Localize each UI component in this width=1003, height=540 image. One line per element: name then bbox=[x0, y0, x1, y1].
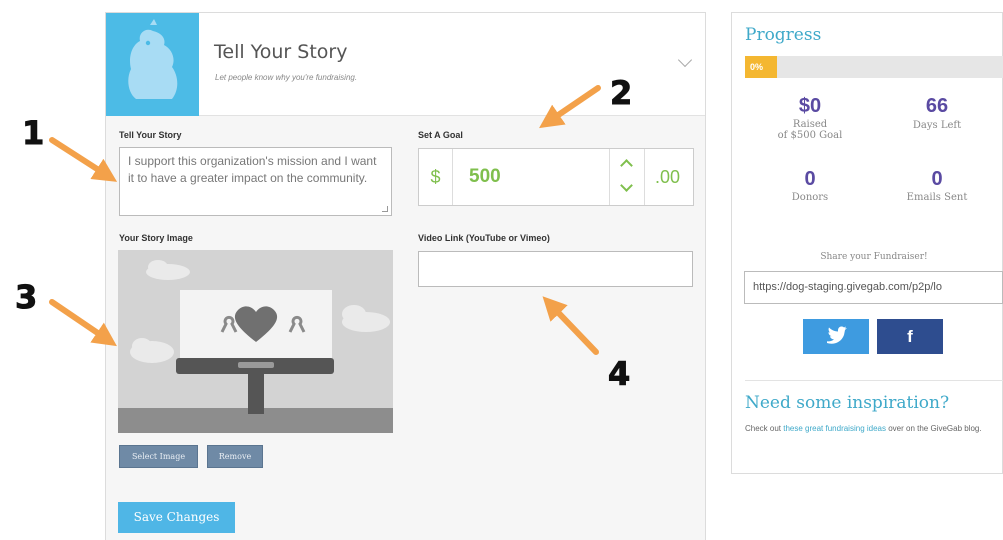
arrow-2 bbox=[539, 85, 601, 129]
arrow-4 bbox=[542, 296, 599, 355]
arrow-1 bbox=[49, 137, 118, 182]
callout-3: 3 bbox=[14, 278, 38, 317]
callout-2: 2 bbox=[609, 74, 633, 113]
annotation-arrows bbox=[49, 85, 601, 355]
callout-1: 1 bbox=[21, 114, 45, 153]
arrow-3 bbox=[49, 299, 117, 347]
callout-4: 4 bbox=[607, 355, 631, 394]
